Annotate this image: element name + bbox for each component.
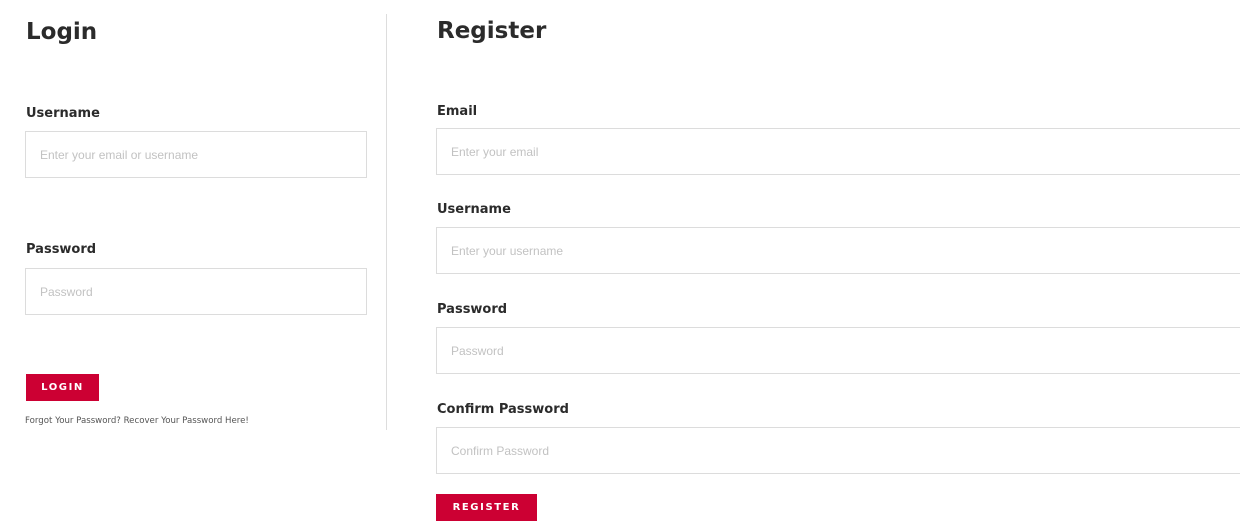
register-username-label: Username — [437, 202, 511, 217]
column-divider — [386, 14, 387, 430]
login-username-label: Username — [26, 106, 100, 121]
login-title: Login — [26, 19, 98, 45]
register-confirm-password-label: Confirm Password — [437, 402, 569, 417]
forgot-password-link[interactable]: Forgot Your Password? Recover Your Passw… — [25, 416, 249, 427]
login-button[interactable]: LOGIN — [26, 374, 99, 401]
register-username-input[interactable] — [436, 227, 1240, 274]
register-email-label: Email — [437, 104, 478, 119]
register-password-input[interactable] — [436, 327, 1240, 374]
register-title: Register — [437, 18, 547, 44]
login-password-label: Password — [26, 242, 97, 257]
register-confirm-password-input[interactable] — [436, 427, 1240, 474]
register-email-input[interactable] — [436, 128, 1240, 175]
login-username-input[interactable] — [25, 131, 367, 178]
register-password-label: Password — [437, 302, 508, 317]
login-password-input[interactable] — [25, 268, 367, 315]
register-button[interactable]: REGISTER — [436, 494, 537, 521]
